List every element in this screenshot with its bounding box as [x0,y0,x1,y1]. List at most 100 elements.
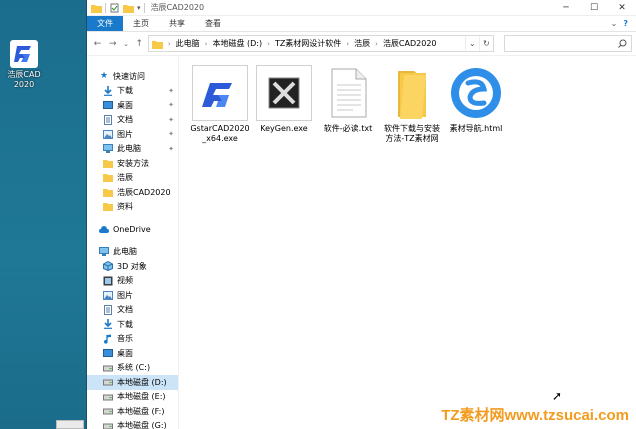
nav-item[interactable]: 此电脑 ✦ [87,142,178,157]
file-item[interactable]: GstarCAD2020_x64.exe [189,65,251,144]
toolbar-separator [143,2,145,13]
nav-this-pc[interactable]: 此电脑 [87,245,178,260]
breadcrumb-separator: › [167,39,171,48]
close-button[interactable]: ✕ [608,0,636,16]
file-name: 素材导航.html [449,124,503,133]
drive-icon [103,377,113,387]
nav-item-label: 文档 [117,115,133,125]
search-input[interactable] [503,35,632,52]
up-button[interactable]: ↑ [133,36,146,52]
nav-item[interactable]: 本地磁盘 (F:) [87,404,178,419]
search-icon [618,39,627,48]
nav-item[interactable]: 浩辰 [87,171,178,186]
tab-file[interactable]: 文件 [87,16,123,31]
navigation-pane: ★ 快速访问 下载 ✦ 桌面 ✦ 文档 ✦ 图片 ✦ 此电脑 ✦ 安装方法 浩辰 浩辰CAD2020 资料… [87,57,179,429]
taskbar-thumbnail[interactable] [56,420,84,429]
drive-icon [103,363,113,373]
expand-ribbon-icon[interactable]: ⌄ [611,19,618,28]
nav-item[interactable]: 图片 [87,288,178,303]
customize-toolbar-icon[interactable]: ▾ [137,4,141,12]
pin-icon: ✦ [168,130,174,139]
file-item[interactable]: 软件下载与安装方法-TZ素材网 [381,65,443,144]
pin-icon: ✦ [168,144,174,153]
breadcrumb-item[interactable]: 此电脑 [176,38,200,49]
properties-icon[interactable] [109,3,120,13]
folder-icon [103,158,113,168]
file-list: GstarCAD2020_x64.exe KeyGen.exe 软件-必读.tx… [179,57,636,429]
pin-icon: ✦ [168,101,174,110]
nav-item[interactable]: 本地磁盘 (E:) [87,390,178,405]
help-icon[interactable]: ? [623,19,628,28]
desktop-shortcut-gstarcad[interactable]: 浩辰CAD 2020 [4,40,44,90]
drive-icon [103,392,113,402]
desktop-shortcut-label: 浩辰CAD 2020 [7,70,41,89]
address-dropdown-icon[interactable]: ⌄ [464,36,479,51]
folder-icon [103,187,113,197]
nav-item-label: 资料 [117,202,133,212]
nav-item[interactable]: 音乐 [87,332,178,347]
nav-item[interactable]: 浩辰CAD2020 [87,185,178,200]
breadcrumb-separator: › [375,39,378,48]
nav-item[interactable]: 本地磁盘 (D:) [87,375,178,390]
breadcrumb-item[interactable]: 本地磁盘 (D:) [212,38,262,49]
computer-icon [99,247,109,257]
nav-item[interactable]: 桌面 [87,346,178,361]
nav-item-label: 此电脑 [117,144,141,154]
breadcrumb-separator: › [204,39,208,48]
refresh-icon[interactable]: ↻ [478,36,493,51]
pin-icon: ✦ [168,86,174,95]
nav-item-label: 视频 [117,276,133,286]
pictures-icon [103,129,113,139]
nav-item[interactable]: 系统 (C:) [87,361,178,376]
nav-item-label: 图片 [117,290,133,300]
nav-item[interactable]: 下载 [87,317,178,332]
3d-objects-icon [103,261,113,272]
maximize-button[interactable]: ☐ [580,0,608,16]
nav-item-label: 本地磁盘 (E:) [117,392,166,402]
nav-item[interactable]: 安装方法 [87,156,178,171]
nav-item[interactable]: 桌面 ✦ [87,98,178,113]
nav-item[interactable]: 3D 对象 [87,259,178,274]
nav-onedrive[interactable]: OneDrive [87,222,178,237]
nav-item[interactable]: 文档 [87,303,178,318]
breadcrumb-item[interactable]: TZ素材网设计软件 [275,38,341,49]
nav-item-label: 桌面 [117,100,133,110]
tab-share[interactable]: 共享 [159,16,195,31]
breadcrumb-item[interactable]: 浩辰CAD2020 [383,38,437,49]
nav-item-label: 文档 [117,305,133,315]
window-title: 浩辰CAD2020 [150,3,205,12]
folder-icon [103,202,113,212]
nav-item-label: 3D 对象 [117,261,147,271]
quick-access-list: 下载 ✦ 桌面 ✦ 文档 ✦ 图片 ✦ 此电脑 ✦ 安装方法 浩辰 浩辰CAD2020 资料 [87,84,178,215]
address-bar[interactable]: › 此电脑 › 本地磁盘 (D:) › TZ素材网设计软件 › 浩辰 › 浩辰C… [147,35,494,52]
quick-access-toolbar: ▾ [87,2,145,13]
file-item[interactable]: 软件-必读.txt [317,65,379,134]
gstarcad-icon [192,65,248,121]
nav-item-label: 音乐 [117,334,133,344]
forward-button[interactable]: → [106,36,119,52]
toolbar-separator [105,2,106,13]
nav-item[interactable]: 文档 ✦ [87,113,178,128]
nav-item-label: 图片 [117,129,133,139]
nav-item[interactable]: 本地磁盘 (G:) [87,419,178,429]
nav-item[interactable]: 视频 [87,274,178,289]
nav-item[interactable]: 图片 ✦ [87,127,178,142]
recent-locations-button[interactable]: ⌄ [121,36,130,52]
nav-item[interactable]: 资料 [87,200,178,215]
tab-view[interactable]: 查看 [195,16,231,31]
nav-item[interactable]: 下载 ✦ [87,84,178,99]
nav-quick-access[interactable]: ★ 快速访问 [87,69,178,84]
breadcrumb-item[interactable]: 浩辰 [354,38,370,49]
minimize-button[interactable]: ─ [552,0,580,16]
cloud-icon [99,224,109,234]
new-folder-icon[interactable] [123,3,134,13]
tab-home[interactable]: 主页 [123,16,159,31]
file-item[interactable]: 素材导航.html [445,65,507,134]
nav-item-label: 本地磁盘 (F:) [117,406,165,416]
nav-item-label: 本地磁盘 (D:) [117,377,167,387]
ribbon-tabs: 文件 主页 共享 查看 ⌄ ? [87,16,636,32]
file-explorer-window: ▾ 浩辰CAD2020 ─ ☐ ✕ 文件 主页 共享 查看 ⌄ ? ← → ⌄ … [86,0,636,429]
file-item[interactable]: KeyGen.exe [253,65,315,134]
computer-icon [103,144,113,154]
back-button[interactable]: ← [91,36,104,52]
